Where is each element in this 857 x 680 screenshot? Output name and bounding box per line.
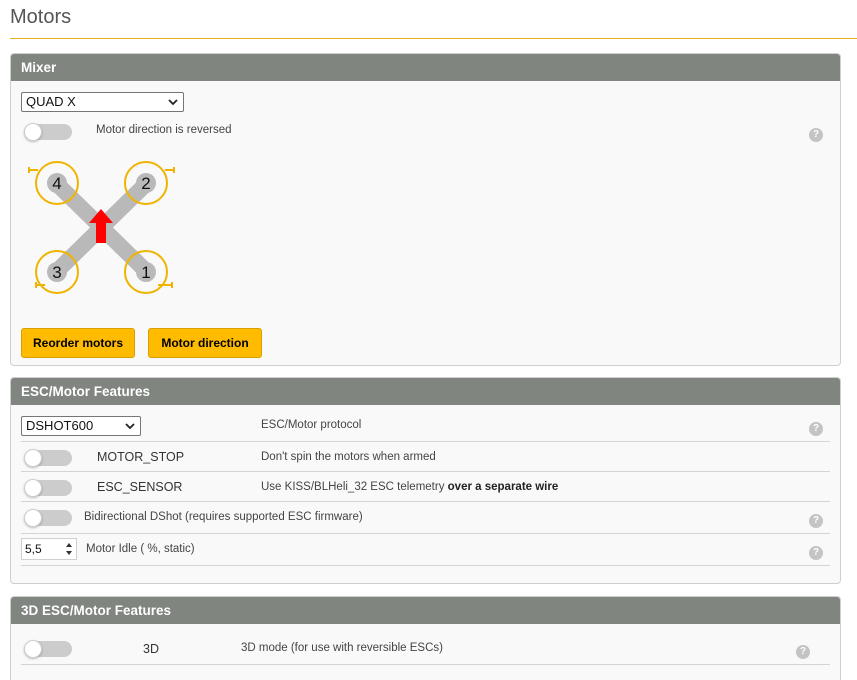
- row-divider: [21, 471, 830, 472]
- motor-idle-value: 5,5: [25, 542, 42, 556]
- reverse-direction-label: Motor direction is reversed: [96, 124, 232, 136]
- title-divider: [10, 38, 857, 39]
- chevron-down-icon: [168, 99, 178, 106]
- row-divider: [21, 501, 830, 502]
- esc-3d-header: 3D ESC/Motor Features: [11, 597, 840, 624]
- quad-x-diagram: 4 2 3 1: [28, 161, 175, 294]
- mixer-type-value: QUAD X: [26, 94, 76, 109]
- help-icon[interactable]: ?: [809, 422, 823, 436]
- row-divider: [21, 441, 830, 442]
- mixer-panel: Mixer QUAD X Motor direction is reversed…: [10, 53, 841, 366]
- esc-sensor-description-text: Use KISS/BLHeli_32 ESC telemetry: [261, 481, 445, 493]
- motor-idle-input[interactable]: 5,5: [21, 538, 77, 560]
- toggle-knob: [24, 449, 42, 467]
- motor-direction-button[interactable]: Motor direction: [148, 328, 262, 358]
- spinner-arrows-icon[interactable]: [64, 541, 74, 557]
- motor-stop-toggle[interactable]: [24, 449, 72, 467]
- help-icon[interactable]: ?: [809, 128, 823, 142]
- row-divider: [21, 565, 830, 566]
- esc-sensor-description: Use KISS/BLHeli_32 ESC telemetry over a …: [261, 481, 558, 493]
- reorder-motors-button[interactable]: Reorder motors: [21, 328, 135, 358]
- esc-3d-panel: 3D ESC/Motor Features 3D 3D mode (for us…: [10, 596, 841, 680]
- mixer-header: Mixer: [11, 54, 840, 81]
- mode-3d-toggle[interactable]: [24, 640, 72, 658]
- motor-label-2: 2: [141, 174, 150, 193]
- motor-stop-name: MOTOR_STOP: [97, 450, 185, 464]
- esc-features-panel: ESC/Motor Features DSHOT600 ESC/Motor pr…: [10, 377, 841, 584]
- esc-protocol-label: ESC/Motor protocol: [261, 419, 362, 431]
- esc-protocol-value: DSHOT600: [26, 418, 94, 433]
- esc-sensor-description-bold: over a separate wire: [447, 481, 559, 493]
- chevron-down-icon: [125, 423, 135, 430]
- toggle-knob: [24, 479, 42, 497]
- bidirectional-dshot-toggle[interactable]: [24, 509, 72, 527]
- mode-3d-name: 3D: [143, 642, 159, 656]
- esc-protocol-select[interactable]: DSHOT600: [21, 416, 141, 436]
- mixer-type-select[interactable]: QUAD X: [21, 92, 184, 112]
- page-title: Motors: [10, 6, 72, 28]
- toggle-knob: [24, 509, 42, 527]
- esc-features-header: ESC/Motor Features: [11, 378, 840, 405]
- esc-sensor-toggle[interactable]: [24, 479, 72, 497]
- motor-label-1: 1: [141, 263, 150, 282]
- toggle-knob: [24, 640, 42, 658]
- help-icon[interactable]: ?: [809, 514, 823, 528]
- mode-3d-description: 3D mode (for use with reversible ESCs): [241, 642, 443, 654]
- motor-label-4: 4: [52, 174, 61, 193]
- motor-stop-description: Don't spin the motors when armed: [261, 451, 436, 463]
- motor-label-3: 3: [52, 263, 61, 282]
- help-icon[interactable]: ?: [796, 645, 810, 659]
- bidirectional-dshot-label: Bidirectional DShot (requires supported …: [84, 511, 363, 523]
- reverse-direction-toggle[interactable]: [24, 123, 72, 141]
- row-divider: [21, 664, 830, 665]
- motor-idle-label: Motor Idle ( %, static): [86, 543, 195, 555]
- row-divider: [21, 533, 830, 534]
- esc-sensor-name: ESC_SENSOR: [97, 480, 183, 494]
- help-icon[interactable]: ?: [809, 546, 823, 560]
- toggle-knob: [24, 123, 42, 141]
